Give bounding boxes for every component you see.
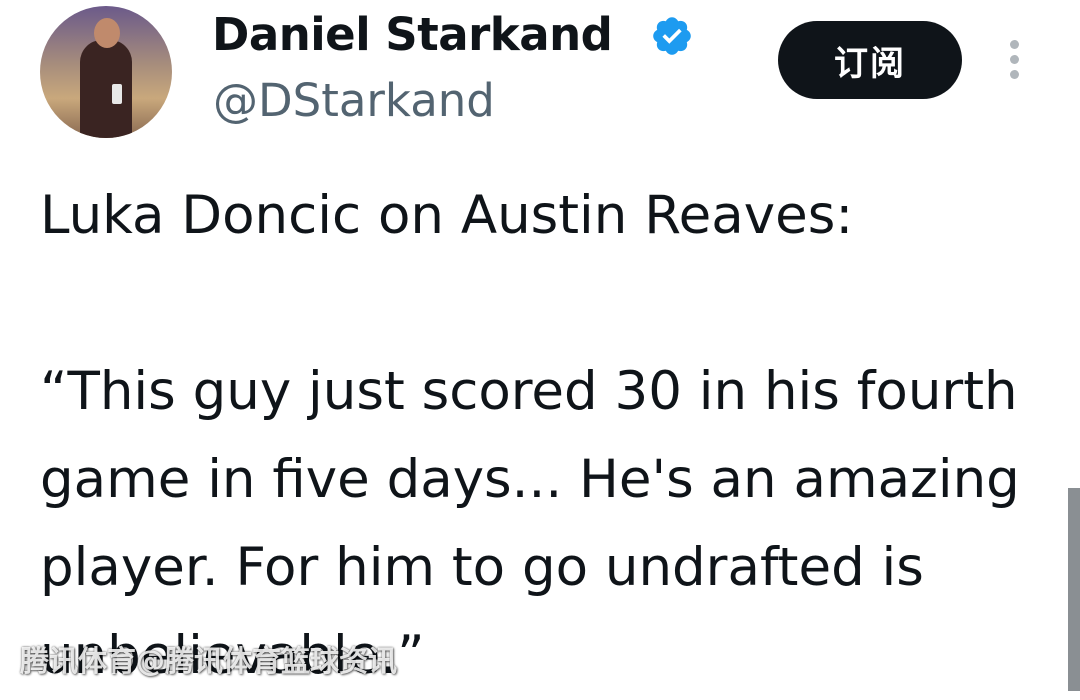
verified-badge-icon <box>653 17 691 55</box>
scrollbar[interactable] <box>1068 488 1080 691</box>
avatar-figure <box>80 40 132 138</box>
more-vertical-icon[interactable] <box>1004 38 1026 82</box>
avatar-head <box>94 18 120 48</box>
author-avatar[interactable] <box>40 6 172 138</box>
author-name[interactable]: Daniel Starkand <box>212 8 613 61</box>
watermark: 腾讯体育@腾讯体育篮球资讯 <box>20 644 398 678</box>
avatar-lanyard <box>112 84 122 104</box>
subscribe-button[interactable]: 订阅 <box>778 21 962 99</box>
tweet-text: Luka Doncic on Austin Reaves: “This guy … <box>40 185 1020 686</box>
author-handle[interactable]: @DStarkand <box>213 74 495 127</box>
